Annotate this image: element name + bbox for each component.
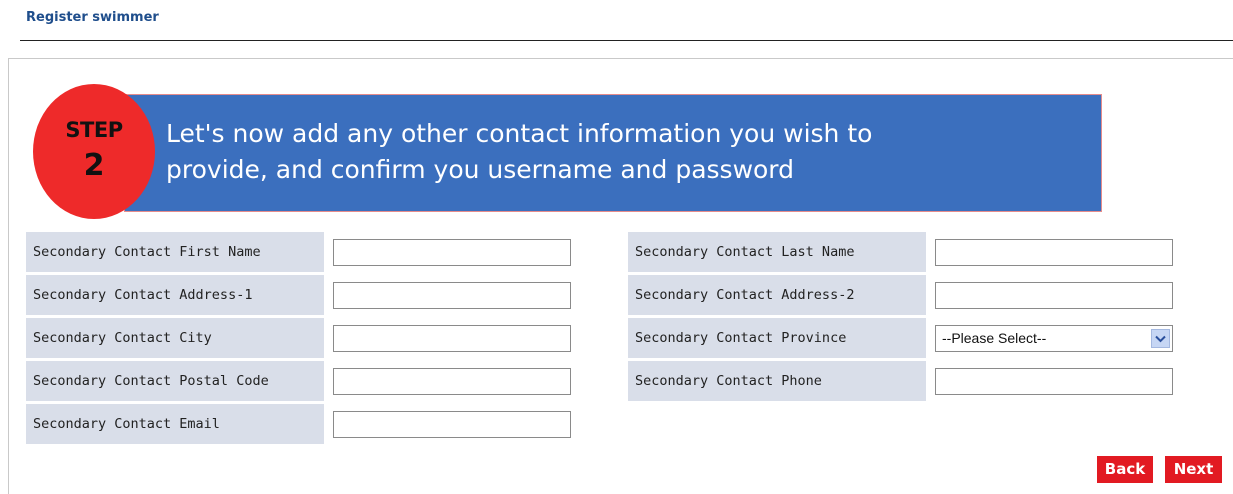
chevron-down-icon[interactable]: [1151, 329, 1170, 348]
page-title: Register swimmer: [26, 10, 159, 25]
field-label: Secondary Contact Last Name: [628, 232, 926, 272]
secondary-province-select[interactable]: --Please Select--: [935, 325, 1173, 352]
field-label: Secondary Contact First Name: [26, 232, 324, 272]
secondary-postal-code-input[interactable]: [333, 368, 571, 395]
field-label: Secondary Contact Province: [628, 318, 926, 358]
secondary-address-2-input[interactable]: [935, 282, 1173, 309]
field-label: Secondary Contact Postal Code: [26, 361, 324, 401]
step-badge: STEP 2: [33, 84, 155, 219]
field-label: Secondary Contact Email: [26, 404, 324, 444]
step-label: STEP: [65, 118, 123, 142]
secondary-first-name-input[interactable]: [333, 239, 571, 266]
secondary-last-name-input[interactable]: [935, 239, 1173, 266]
step-number: 2: [83, 148, 105, 183]
back-button[interactable]: Back: [1097, 456, 1153, 483]
field-label: Secondary Contact Address-1: [26, 275, 324, 315]
field-label: Secondary Contact Address-2: [628, 275, 926, 315]
select-value: --Please Select--: [942, 330, 1047, 346]
field-label: Secondary Contact Phone: [628, 361, 926, 401]
secondary-city-input[interactable]: [333, 325, 571, 352]
secondary-phone-input[interactable]: [935, 368, 1173, 395]
step-message: Let's now add any other contact informat…: [166, 119, 873, 184]
title-divider: [20, 40, 1233, 41]
secondary-email-input[interactable]: [333, 411, 571, 438]
next-button[interactable]: Next: [1165, 456, 1222, 483]
field-label: Secondary Contact City: [26, 318, 324, 358]
secondary-address-1-input[interactable]: [333, 282, 571, 309]
